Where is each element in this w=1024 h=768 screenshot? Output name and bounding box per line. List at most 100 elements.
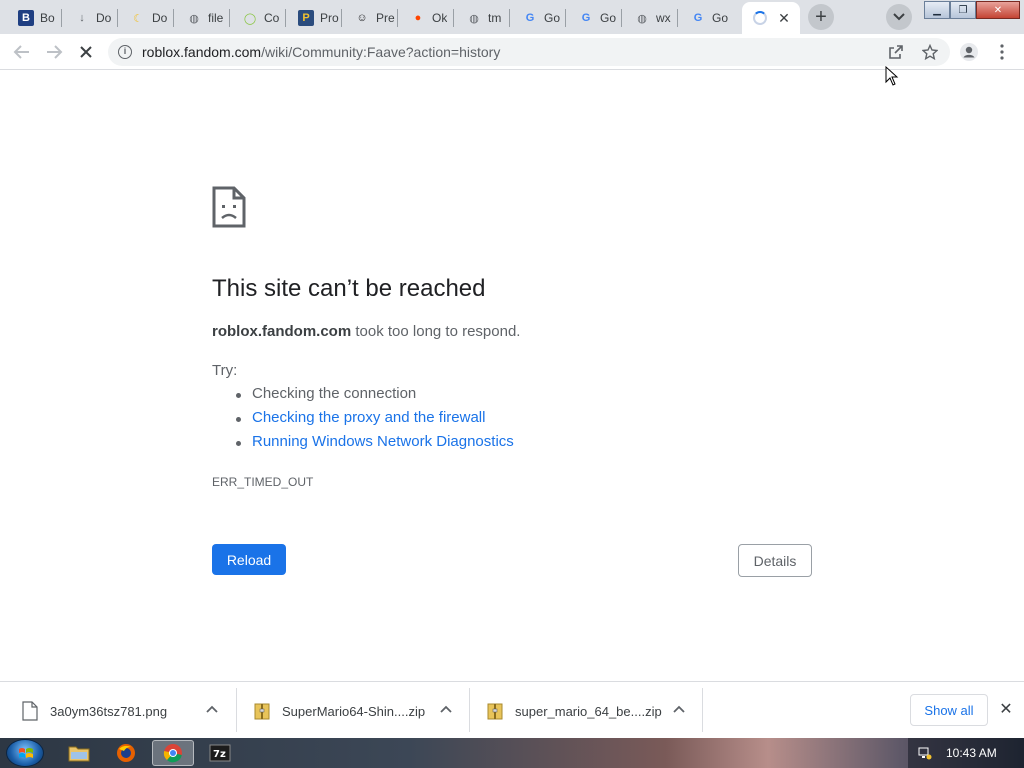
details-button[interactable]: Details <box>738 544 812 577</box>
error-host: roblox.fandom.com <box>212 323 352 340</box>
new-tab-button[interactable]: + <box>808 4 834 30</box>
tab[interactable]: ● Ok <box>400 2 454 34</box>
reddit-icon: ● <box>414 12 422 24</box>
chevron-up-icon[interactable] <box>440 702 452 716</box>
tab[interactable]: G Go <box>512 2 566 34</box>
restore-button[interactable]: ❐ <box>950 1 976 19</box>
download-filename: super_mario_64_be....zip <box>515 703 662 719</box>
download-filename: 3a0ym36tsz781.png <box>50 703 168 719</box>
zip-folder-icon <box>487 703 503 720</box>
active-tab[interactable]: ✕ <box>742 2 800 34</box>
tab-separator <box>117 9 118 27</box>
tab-separator <box>453 9 454 27</box>
windows-taskbar: 7z 10:43 AM <box>0 738 1024 768</box>
tab-title: wx <box>656 11 671 25</box>
download-item[interactable]: 3a0ym36tsz781.png <box>22 690 167 732</box>
tab-separator <box>397 9 398 27</box>
tab[interactable]: ↓ Do <box>64 2 118 34</box>
toolbar: i roblox.fandom.com/wiki/Community:Faave… <box>0 34 1024 70</box>
address-bar[interactable]: i roblox.fandom.com/wiki/Community:Faave… <box>108 38 950 66</box>
globe-icon: ◍ <box>189 12 199 25</box>
error-code: ERR_TIMED_OUT <box>212 475 314 489</box>
tab-search-button[interactable] <box>886 4 912 30</box>
tab[interactable]: ☾ Do <box>120 2 174 34</box>
tab[interactable]: ◍ file <box>176 2 230 34</box>
google-icon: G <box>525 12 535 24</box>
tab[interactable]: ☺ Pre <box>344 2 398 34</box>
globe-icon: ◍ <box>637 12 647 25</box>
file-explorer-taskbar-button[interactable] <box>58 740 100 766</box>
arrow-right-icon <box>47 45 63 59</box>
tab-title: Go <box>712 11 729 25</box>
stop-loading-button[interactable] <box>74 40 98 64</box>
tab[interactable]: ◯ Co <box>232 2 286 34</box>
download-item[interactable]: SuperMario64-Shin....zip <box>254 690 425 732</box>
b-icon: B <box>18 10 34 26</box>
firefox-icon <box>117 744 135 762</box>
info-icon[interactable]: i <box>118 45 132 59</box>
tab-title: Ok <box>432 11 448 25</box>
tab-separator <box>61 9 62 27</box>
chrome-taskbar-button[interactable] <box>152 740 194 766</box>
folder-icon <box>68 746 90 762</box>
tab-separator <box>341 9 342 27</box>
forward-button[interactable] <box>42 40 66 64</box>
tab-separator <box>285 9 286 27</box>
chevron-up-icon[interactable] <box>206 702 218 716</box>
url-host: roblox.fandom.com <box>142 44 262 60</box>
profile-avatar-icon[interactable] <box>959 42 979 62</box>
circle-icon: ◯ <box>243 12 257 25</box>
p-icon: P <box>298 10 314 26</box>
window-controls: ▁ ❐ ✕ <box>924 1 1020 19</box>
divider <box>469 688 470 732</box>
minimize-button[interactable]: ▁ <box>924 1 950 19</box>
arrow-left-icon <box>13 45 29 59</box>
tab-separator <box>621 9 622 27</box>
tab[interactable]: B Bo <box>8 2 62 34</box>
tab-title: Go <box>600 11 617 25</box>
stop-x-icon <box>80 46 92 58</box>
suggestion-network-diagnostics-link[interactable]: Running Windows Network Diagnostics <box>236 433 514 457</box>
tab[interactable]: ◍ tm <box>456 2 510 34</box>
divider <box>702 688 703 732</box>
close-tab-icon[interactable]: ✕ <box>776 10 792 26</box>
close-window-button[interactable]: ✕ <box>976 1 1020 19</box>
bookmark-star-icon[interactable] <box>920 42 940 62</box>
download-item[interactable]: super_mario_64_be....zip <box>487 690 662 732</box>
menu-kebab-icon[interactable] <box>992 42 1012 62</box>
firefox-taskbar-button[interactable] <box>105 740 147 766</box>
tab-title: Bo <box>40 11 55 25</box>
close-shelf-icon[interactable]: ✕ <box>996 700 1016 720</box>
try-label: Try: <box>212 362 238 379</box>
show-all-button[interactable]: Show all <box>910 694 988 726</box>
chrome-icon <box>163 744 182 763</box>
globe-icon: ◍ <box>469 12 479 25</box>
tab[interactable]: G Go <box>680 2 734 34</box>
chevron-down-icon <box>893 13 905 21</box>
7zip-taskbar-button[interactable]: 7z <box>199 740 241 766</box>
back-button[interactable] <box>10 40 34 64</box>
tab[interactable]: ◍ wx <box>624 2 678 34</box>
google-icon: G <box>581 12 591 24</box>
tab[interactable]: G Go <box>568 2 622 34</box>
tab-separator <box>565 9 566 27</box>
error-page: This site can’t be reached roblox.fandom… <box>0 71 1024 681</box>
7zip-icon: 7z <box>209 744 231 762</box>
tab[interactable]: P Pro <box>288 2 342 34</box>
chevron-up-icon[interactable] <box>673 702 685 716</box>
tab-title: Pre <box>376 11 395 25</box>
download-shelf: 3a0ym36tsz781.png SuperMario64-Shin....z… <box>0 681 1024 738</box>
tab-title: Go <box>544 11 561 25</box>
mouse-cursor-icon <box>885 66 899 86</box>
banana-icon: ☾ <box>133 12 143 25</box>
error-desc-rest: took too long to respond. <box>351 323 521 340</box>
download-filename: SuperMario64-Shin....zip <box>282 703 426 719</box>
suggestion-proxy-firewall-link[interactable]: Checking the proxy and the firewall <box>236 409 514 433</box>
reload-button[interactable]: Reload <box>212 544 286 575</box>
tab-title: Do <box>96 11 112 25</box>
url-text[interactable]: roblox.fandom.com/wiki/Community:Faave?a… <box>142 44 500 60</box>
share-icon[interactable] <box>886 42 906 62</box>
clock[interactable]: 10:43 AM <box>946 746 997 760</box>
network-icon[interactable] <box>918 746 932 760</box>
start-button[interactable] <box>6 739 44 767</box>
